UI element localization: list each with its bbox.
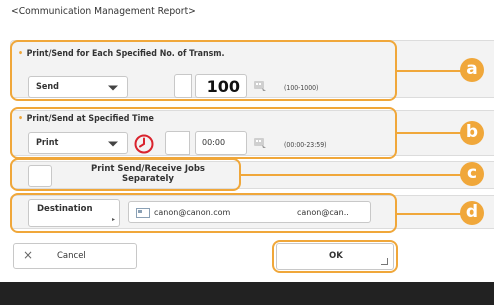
callout-line-b: [397, 132, 462, 134]
page-title: <Communication Management Report>: [11, 6, 196, 17]
callout-line-d: [397, 213, 462, 215]
cancel-label: Cancel: [57, 251, 86, 261]
badge-a: a: [460, 58, 484, 82]
ok-button[interactable]: OK: [276, 243, 394, 270]
badge-d: d: [460, 201, 484, 225]
badge-b: b: [460, 121, 484, 145]
close-icon: ×: [23, 248, 34, 262]
callout-line-a: [397, 70, 462, 72]
ok-label: OK: [329, 251, 343, 261]
cancel-button[interactable]: × Cancel: [13, 243, 137, 269]
highlight-b: [10, 107, 397, 159]
enter-icon: [381, 258, 388, 265]
highlight-c: [10, 158, 241, 191]
highlight-d: [10, 193, 397, 233]
callout-line-c: [241, 174, 462, 176]
badge-c: c: [460, 162, 484, 186]
highlight-a: [10, 40, 397, 101]
bottom-bar: [0, 282, 494, 305]
